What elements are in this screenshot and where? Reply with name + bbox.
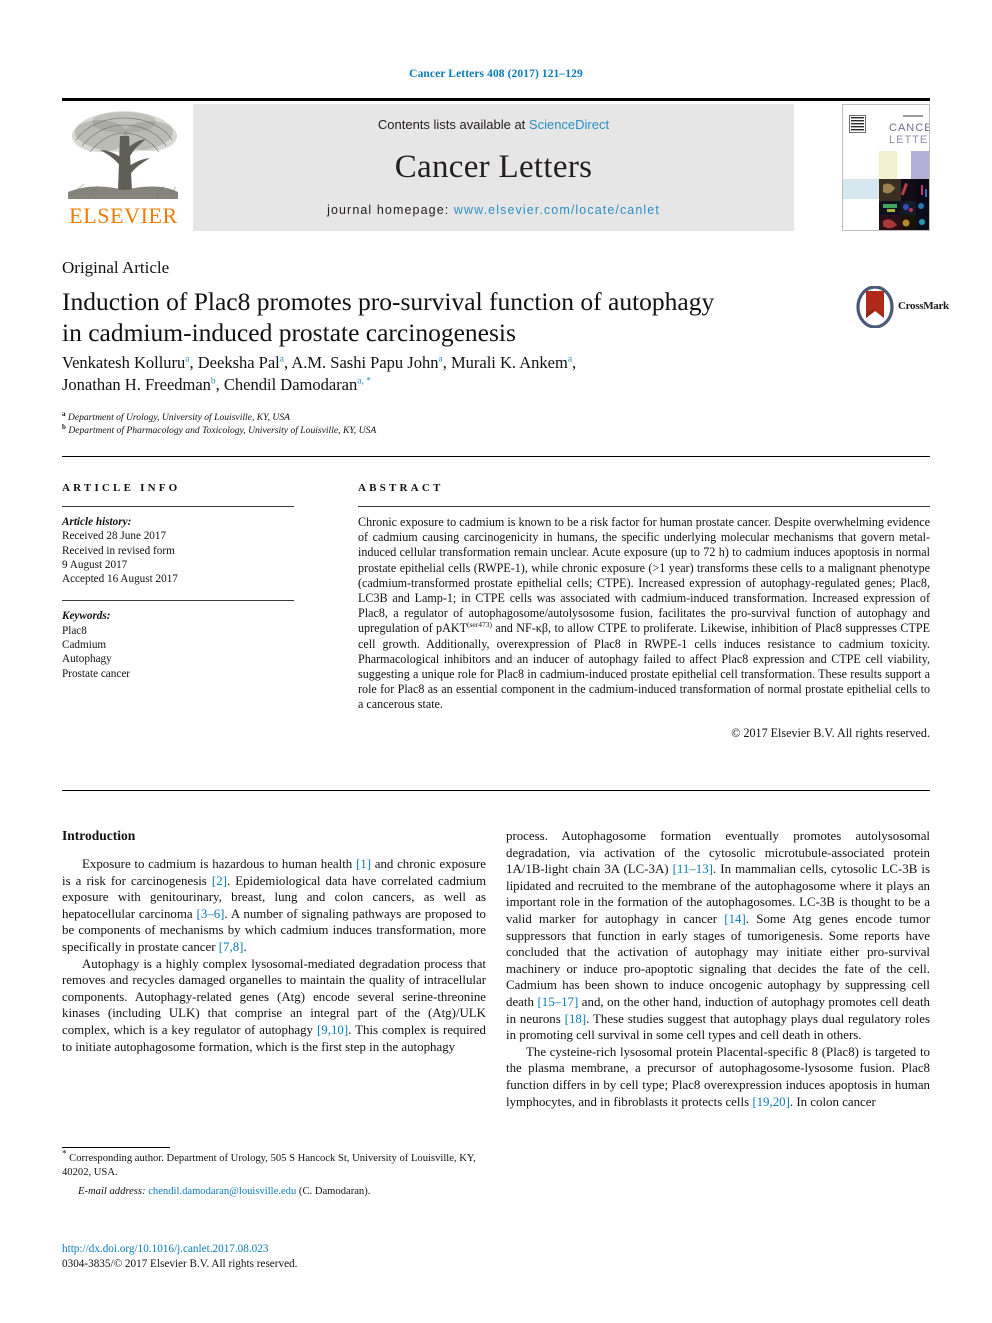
author-item: A.M. Sashi Papu Johna,	[291, 353, 451, 372]
author-item: Jonathan H. Freedmanb,	[62, 375, 224, 394]
abstract-text-part-1: Chronic exposure to cadmium is known to …	[358, 515, 930, 636]
keyword-item: Cadmium	[62, 639, 107, 652]
abstract-superscript: (ser473)	[466, 620, 492, 630]
article-history-label: Article history:	[62, 516, 132, 528]
author-item: Chendil Damodarana, *	[224, 375, 371, 394]
affiliation-mark: a	[62, 409, 66, 418]
keywords-block: Keywords: Plac8 Cadmium Autophagy Prosta…	[62, 609, 294, 680]
paragraph: process. Autophagosome formation eventua…	[506, 829, 931, 1043]
affiliation-text: Department of Urology, University of Lou…	[67, 412, 290, 423]
author-name: A.M. Sashi Papu John	[291, 353, 439, 372]
email-link[interactable]: chendil.damodaran@louisville.edu	[148, 1186, 296, 1197]
author-name: Murali K. Ankem	[450, 353, 568, 372]
author-sep: ,	[572, 353, 577, 372]
author-name: Jonathan H. Freedman	[62, 375, 211, 394]
abstract-heading: ABSTRACT	[358, 482, 444, 494]
imprint-block: http://dx.doi.org/10.1016/j.canlet.2017.…	[62, 1242, 486, 1271]
crossmark-badge[interactable]: CrossMark	[856, 285, 949, 330]
affiliation-text: Department of Pharmacology and Toxicolog…	[68, 424, 377, 436]
keywords-rule	[62, 600, 294, 602]
email-label: E-mail address:	[78, 1186, 146, 1198]
article-info-heading: ARTICLE INFO	[62, 482, 181, 494]
doi-link[interactable]: http://dx.doi.org/10.1016/j.canlet.2017.…	[62, 1242, 486, 1257]
history-line: Received 28 June 2017	[62, 530, 167, 543]
author-item: Deeksha Pala,	[198, 353, 292, 372]
history-line: Received in revised form	[62, 544, 175, 557]
keyword-item: Prostate cancer	[62, 667, 131, 680]
journal-title: Cancer Letters	[394, 149, 593, 185]
keywords-label: Keywords:	[62, 610, 111, 623]
abstract-copyright: © 2017 Elsevier B.V. All rights reserved…	[731, 725, 930, 740]
running-head: Cancer Letters 408 (2017) 121–129	[409, 68, 583, 80]
abstract-rule	[358, 506, 930, 507]
author-sep: ,	[189, 353, 198, 372]
author-item: Venkatesh Kollurua,	[62, 353, 198, 372]
author-affil-mark: a, *	[357, 376, 371, 387]
keyword-item: Autophagy	[62, 653, 112, 666]
section-heading-introduction: Introduction	[62, 828, 136, 843]
elsevier-logo: ELSEVIER	[62, 104, 185, 231]
journal-cover-thumbnail: CANCER LETTERS	[842, 104, 930, 231]
issn-copyright-line: 0304-3835/© 2017 Elsevier B.V. All right…	[62, 1257, 298, 1270]
author-list: Venkatesh Kollurua, Deeksha Pala, A.M. S…	[62, 352, 862, 396]
author-item: Murali K. Ankema,	[451, 353, 576, 372]
author-name: Venkatesh Kolluru	[62, 353, 186, 372]
corresponding-author-text: Corresponding author. Department of Urol…	[62, 1153, 476, 1178]
history-line: 9 August 2017	[62, 558, 128, 571]
affiliation-item: b Department of Pharmacology and Toxicol…	[62, 422, 862, 438]
crossmark-icon	[856, 285, 894, 329]
footnote-block: * Corresponding author. Department of Ur…	[62, 1149, 486, 1199]
abstract-body: Chronic exposure to cadmium is known to …	[358, 515, 930, 713]
author-name: Chendil Damodaran	[223, 375, 358, 394]
corresponding-author-note: * Corresponding author. Department of Ur…	[62, 1149, 486, 1179]
paragraph: The cysteine-rich lysosomal protein Plac…	[506, 1044, 930, 1109]
email-suffix: (C. Damodaran).	[298, 1186, 371, 1198]
info-block-bottom-rule	[62, 790, 930, 791]
affiliation-list: a Department of Urology, University of L…	[62, 409, 862, 438]
page-title: Induction of Plac8 promotes pro-survival…	[62, 286, 802, 348]
article-history-block: Article history: Received 28 June 2017 R…	[62, 515, 294, 586]
journal-banner: ELSEVIER Contents lists available at Sci…	[62, 98, 930, 231]
author-sep: ,	[442, 353, 451, 372]
paragraph: Autophagy is a highly complex lysosomal-…	[62, 956, 486, 1054]
contents-available-line: Contents lists available at ScienceDirec…	[193, 117, 794, 132]
article-info-rule	[62, 506, 294, 507]
paragraph: Exposure to cadmium is hazardous to huma…	[62, 857, 486, 954]
elsevier-wordmark: ELSEVIER	[69, 203, 178, 228]
body-column-left: Introduction Exposure to cadmium is haza…	[62, 828, 486, 1055]
svg-text:LETTERS: LETTERS	[889, 134, 930, 146]
history-line: Accepted 16 August 2017	[62, 573, 178, 586]
svg-text:CANCER: CANCER	[889, 122, 930, 134]
banner-inner: ELSEVIER Contents lists available at Sci…	[62, 104, 930, 231]
contents-prefix: Contents lists available at	[377, 117, 529, 132]
article-type: Original Article	[62, 258, 170, 277]
body-column-right: process. Autophagosome formation eventua…	[506, 828, 930, 1110]
asterisk-icon: *	[62, 1148, 67, 1159]
paper-page: Cancer Letters 408 (2017) 121–129 ELSEVI…	[0, 0, 992, 1323]
banner-center-panel: Contents lists available at ScienceDirec…	[193, 104, 794, 231]
author-sep: ,	[215, 375, 224, 394]
affiliation-mark: b	[62, 422, 66, 431]
abstract-column: ABSTRACT Chronic exposure to cadmium is …	[358, 482, 930, 741]
journal-homepage-line: journal homepage: www.elsevier.com/locat…	[193, 203, 794, 217]
keyword-item: Plac8	[62, 624, 87, 637]
journal-homepage-link[interactable]: www.elsevier.com/locate/canlet	[454, 203, 660, 217]
title-line-1: Induction of Plac8 promotes pro-survival…	[62, 287, 715, 316]
affiliation-item: a Department of Urology, University of L…	[62, 409, 862, 425]
crossmark-label: CrossMark	[898, 300, 949, 312]
author-name: Deeksha Pal	[197, 353, 280, 372]
sciencedirect-link[interactable]: ScienceDirect	[529, 117, 609, 132]
info-block-top-rule	[62, 456, 930, 457]
homepage-prefix: journal homepage:	[327, 203, 454, 217]
banner-top-rule	[62, 98, 930, 101]
article-info-column: ARTICLE INFO Article history: Received 2…	[62, 482, 294, 681]
elsevier-tree-icon	[64, 106, 182, 202]
email-note: E-mail address: chendil.damodaran@louisv…	[62, 1185, 486, 1199]
footnote-rule	[62, 1147, 170, 1148]
title-line-2: in cadmium-induced prostate carcinogenes…	[62, 318, 516, 347]
